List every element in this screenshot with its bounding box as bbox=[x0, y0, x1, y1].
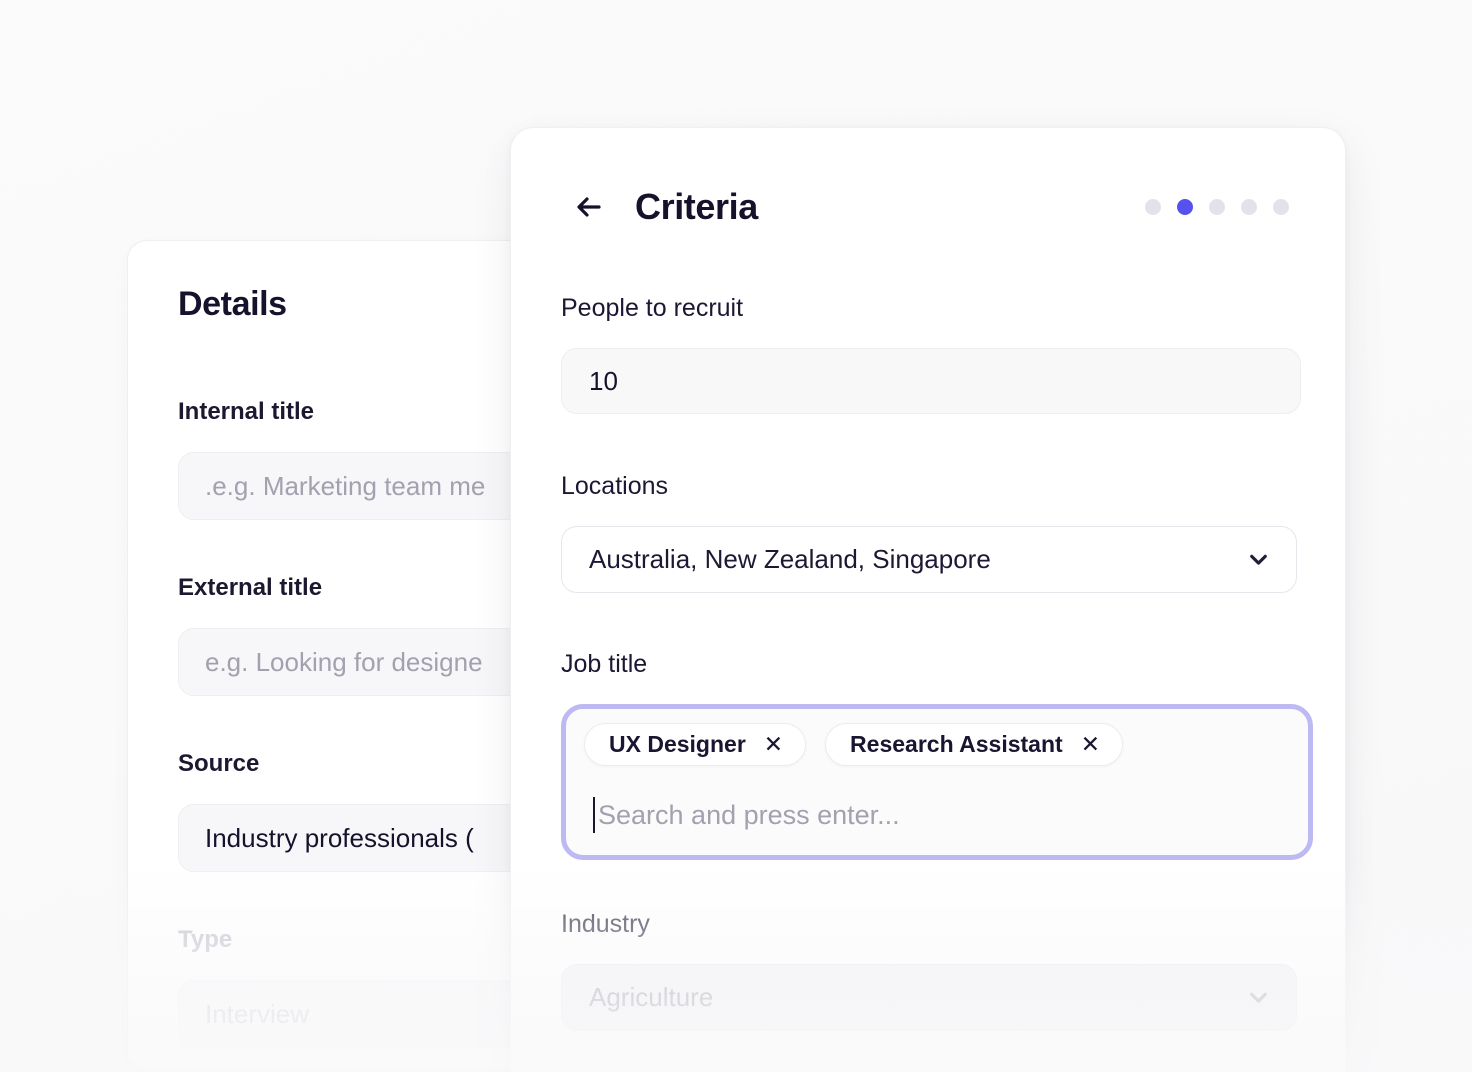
chip-research-assistant: Research Assistant ✕ bbox=[825, 723, 1123, 766]
people-to-recruit-label: People to recruit bbox=[561, 294, 1295, 323]
job-title-chips-row: UX Designer ✕ Research Assistant ✕ bbox=[584, 723, 1290, 766]
chip-label: UX Designer bbox=[609, 731, 746, 758]
industry-section: Industry Agriculture bbox=[561, 910, 1295, 1031]
locations-section: Locations Australia, New Zealand, Singap… bbox=[561, 472, 1295, 593]
back-button[interactable] bbox=[571, 189, 607, 225]
job-title-search-placeholder: Search and press enter... bbox=[598, 800, 900, 831]
criteria-header: Criteria bbox=[561, 186, 1295, 228]
progress-dot bbox=[1145, 199, 1161, 215]
progress-dot-active bbox=[1177, 199, 1193, 215]
progress-dot bbox=[1209, 199, 1225, 215]
industry-select-value: Agriculture bbox=[589, 982, 1245, 1013]
text-caret bbox=[593, 797, 595, 833]
job-title-label: Job title bbox=[561, 650, 1295, 679]
progress-dot bbox=[1273, 199, 1289, 215]
remove-chip-icon[interactable]: ✕ bbox=[764, 733, 783, 756]
industry-label: Industry bbox=[561, 910, 1295, 939]
people-to-recruit-section: People to recruit bbox=[561, 294, 1295, 414]
locations-select-value: Australia, New Zealand, Singapore bbox=[589, 544, 1245, 575]
criteria-card: Criteria People to recruit Locations Aus… bbox=[510, 127, 1346, 1072]
chevron-down-icon bbox=[1245, 546, 1272, 573]
arrow-left-icon bbox=[573, 191, 605, 223]
locations-select[interactable]: Australia, New Zealand, Singapore bbox=[561, 526, 1297, 593]
job-title-multiselect[interactable]: UX Designer ✕ Research Assistant ✕ Searc… bbox=[561, 704, 1313, 860]
people-to-recruit-input[interactable] bbox=[561, 348, 1301, 414]
chip-ux-designer: UX Designer ✕ bbox=[584, 723, 806, 766]
progress-dots bbox=[1145, 199, 1295, 215]
progress-dot bbox=[1241, 199, 1257, 215]
job-title-search-input[interactable]: Search and press enter... bbox=[584, 795, 1290, 835]
industry-select[interactable]: Agriculture bbox=[561, 964, 1297, 1031]
criteria-title: Criteria bbox=[635, 186, 758, 228]
remove-chip-icon[interactable]: ✕ bbox=[1081, 733, 1100, 756]
job-title-section: Job title UX Designer ✕ Research Assista… bbox=[561, 650, 1295, 860]
chevron-down-icon bbox=[1245, 984, 1272, 1011]
locations-label: Locations bbox=[561, 472, 1295, 501]
chip-label: Research Assistant bbox=[850, 731, 1063, 758]
